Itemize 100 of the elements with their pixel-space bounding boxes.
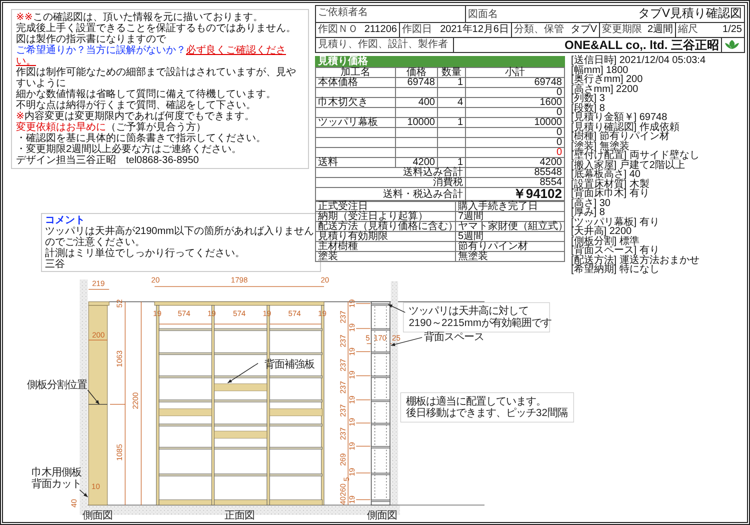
notice-line: ご希望通りか？当方に誤解がないか？必ず良くご確認ください。 xyxy=(16,45,287,67)
field-label: 分類、保管 xyxy=(514,24,564,36)
table-cell xyxy=(396,88,438,98)
dimension-line xyxy=(356,351,371,352)
callout-label: 棚板は適当に配置しています。 後日移動はできます、ピッチ32間隔 xyxy=(406,396,568,419)
spec-line: [側板分割] 標準 xyxy=(571,236,640,246)
view-caption: 側面図 xyxy=(366,510,397,522)
notice-line: ※※この確認図は、頂いた情報を元に描いております。 xyxy=(16,12,264,23)
field-value: 2週間 xyxy=(647,24,673,36)
dimension-line xyxy=(88,288,110,290)
field-label: 図面名 xyxy=(468,9,498,21)
total-value: 8554 xyxy=(466,178,564,188)
table-cell xyxy=(396,148,438,158)
table-cell: 400 xyxy=(396,98,438,108)
table-cell: 4200 xyxy=(466,158,564,168)
term-value: 5週間 xyxy=(456,232,564,242)
term-value: 節有りパイン材 xyxy=(456,242,564,252)
notice-line: 作図は制作可能なための細部まで設計はされていますが、見やすいように xyxy=(16,67,297,89)
notice-line: ・確認図を基に具体的に箇条書きで指示してください。 xyxy=(16,133,267,144)
table-cell: 1 xyxy=(438,158,466,168)
spec-line: [設置床材質] 木製 xyxy=(571,180,650,189)
table-cell: 10000 xyxy=(396,118,438,128)
spec-line: [希望納期] 特になし xyxy=(571,265,660,274)
table-cell: 4200 xyxy=(396,158,438,168)
spec-line: [高さmm] 2200 xyxy=(571,84,640,94)
total-label: 消費税 xyxy=(316,178,466,188)
notice-line: 不明な点は納得が行くまで質問、確認をして下さい。 xyxy=(16,100,257,111)
notice-line: 変更依頼はお早めに（ご予算が見合う方） xyxy=(16,122,207,133)
view-caption: 正面図 xyxy=(224,510,254,522)
field-label: ご依頼者名 xyxy=(318,7,368,19)
table-cell: 4 xyxy=(438,98,466,108)
view-caption: 側面図 xyxy=(82,510,113,522)
table-cell xyxy=(396,128,438,138)
spec-line: [ツッパリ幕板] 有り xyxy=(571,218,660,227)
term-label: 見積り有効期限 xyxy=(316,232,456,242)
term-value: 購入手続き完了日 xyxy=(456,202,564,212)
spec-line: [奥行きmm] 200 xyxy=(571,75,644,84)
spec-line: [幅mm] 1800 xyxy=(571,66,628,75)
term-value: 7週間 xyxy=(456,212,564,222)
table-cell: 本体価格 xyxy=(316,78,396,88)
comment-line: ツッパリは天井高が2190mm以下の箇所があれば入りませんのでご注意ください。 xyxy=(45,226,315,248)
notice-line: ※内容変更は変更期限内であれば何度でもできます。 xyxy=(16,111,256,122)
comment-line: 三谷 xyxy=(45,259,66,270)
table-cell xyxy=(438,148,466,158)
dimension-line xyxy=(356,472,371,474)
spec-line: [列数] 3 xyxy=(571,94,605,104)
column-header: 小計 xyxy=(466,68,564,78)
comment-line: 計測はミリ単位でしっかり行ってください。 xyxy=(45,248,246,259)
notice-line: デザイン担当三谷正昭 tel0868-36-8950 xyxy=(16,155,200,166)
spec-line: [壁付け配置] 両サイド壁なし xyxy=(571,151,700,160)
term-label: 配送方法（見積り価格に含む） xyxy=(316,222,456,232)
estimate-title: 見積り価格 xyxy=(315,56,565,67)
term-label: 正式受注日 xyxy=(316,202,456,212)
spec-line: [背面床巾木] 有り xyxy=(571,189,650,198)
spec-line: [底幕板高さ] 40 xyxy=(571,170,640,180)
spec-line: [見積り金額￥] 69748 xyxy=(571,113,668,122)
table-cell xyxy=(396,108,438,118)
total-label: 送料・税込み合計 xyxy=(316,188,466,200)
notice-line: ・変更期限2週間以上必要な方はご連絡ください。 xyxy=(16,144,243,155)
table-cell: ツッパリ幕板 xyxy=(316,118,396,128)
leaf-logo-icon xyxy=(724,39,740,50)
table-cell: 0 xyxy=(466,148,564,158)
term-label: 塗装 xyxy=(316,252,456,262)
term-value: 無塗装 xyxy=(456,252,564,262)
table-cell: 1600 xyxy=(466,98,564,108)
field-label: 縮尺 xyxy=(678,24,698,36)
total-label: 送料込み合計 xyxy=(316,168,466,178)
leader-arrow xyxy=(87,390,100,405)
comment-title: コメント xyxy=(45,215,86,226)
notice-line: 図は製作の指示書になりますので xyxy=(16,34,167,45)
field-label: 見積り、作図、設計、製作者 xyxy=(318,39,448,51)
field-value: 2021年12月6日 xyxy=(440,24,509,36)
table-cell: 0 xyxy=(466,108,564,118)
notice-line: 完成後上手く設置できることを保証するものではありません。 xyxy=(16,23,297,34)
spec-line: [厚み] 8 xyxy=(571,208,605,218)
field-label: 変更期限 xyxy=(602,24,642,36)
company-name: ONE&ALL co,. ltd. 三谷正昭 xyxy=(564,39,719,51)
leader-arrow xyxy=(79,490,88,498)
table-cell: 10000 xyxy=(466,118,564,128)
field-value: タブV xyxy=(570,24,597,36)
table-cell: 0 xyxy=(466,138,564,148)
table-cell xyxy=(438,88,466,98)
dimension-line xyxy=(356,422,371,424)
dimension-line xyxy=(356,303,371,304)
term-label: 主材樹種 xyxy=(316,242,456,252)
spec-line: [見積り確認図] 作成依頼 xyxy=(571,122,680,132)
field-value: 211206 xyxy=(364,24,397,36)
table-cell xyxy=(396,138,438,148)
total-value: ￥94102 xyxy=(466,188,564,200)
term-label: 納期（受注日より起算） xyxy=(316,212,456,222)
field-value: 1/25 xyxy=(722,24,742,36)
callout-label: 側板分割位置 xyxy=(26,380,87,392)
table-cell: 69748 xyxy=(396,78,438,88)
table-cell: 1 xyxy=(438,118,466,128)
leader-arrow xyxy=(390,337,422,346)
callout-label: ツッパリは天井高に対して 2190～2215mmが有効範囲です xyxy=(408,306,552,329)
leader-arrow xyxy=(388,304,406,313)
spec-line: [天井高] 2200 xyxy=(571,227,632,236)
notice-line: 細かな数値情報は省略して質問に備えて待機しています。 xyxy=(16,89,277,100)
table-cell: 1 xyxy=(438,78,466,88)
